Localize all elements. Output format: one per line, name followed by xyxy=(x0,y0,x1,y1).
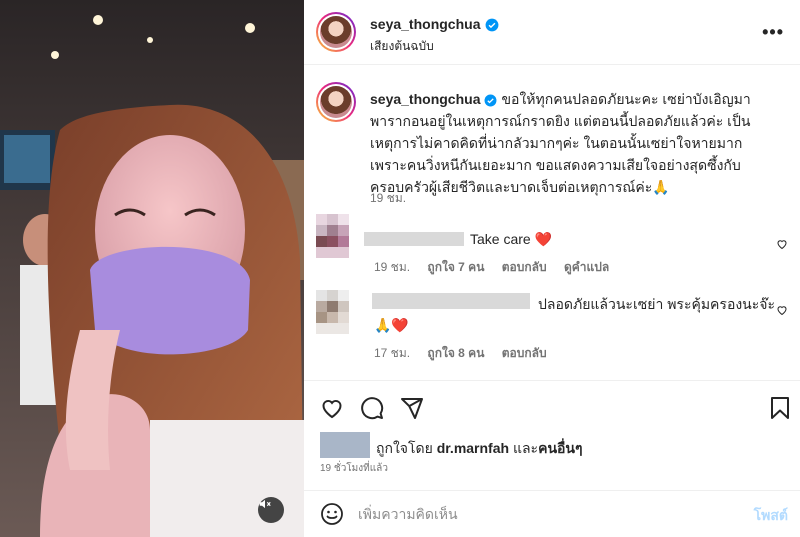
caption-avatar[interactable] xyxy=(316,82,356,122)
comment-emoji: ❤️ xyxy=(534,231,553,247)
comment-text: ปลอดภัยแล้วนะเซย่า พระคุ้มครองนะจ๊ะ xyxy=(538,296,775,312)
post-timestamp[interactable]: 19 ชั่วโมงที่แล้ว xyxy=(320,461,388,476)
reply-button[interactable]: ตอบกลับ xyxy=(502,260,547,274)
post-caption: seya_thongchua ขอให้ทุกคนปลอดภัยนะคะ เซย่… xyxy=(370,88,770,198)
commenter-username-redacted[interactable] xyxy=(364,232,464,246)
comment-icon[interactable] xyxy=(360,396,384,420)
more-icon: ••• xyxy=(762,22,784,42)
comment-body: Take care ❤️ xyxy=(470,229,552,249)
likes-others-link[interactable]: คนอื่นๆ xyxy=(538,440,582,456)
comment-emoji-line: 🙏❤️ xyxy=(374,315,409,335)
comment-item: Take care ❤️ 19 ชม. ถูกใจ 7 คน ตอบกลับ ด… xyxy=(316,214,788,277)
comment-time[interactable]: 19 ชม. xyxy=(374,260,410,274)
original-audio-link[interactable]: เสียงต้นฉบับ xyxy=(370,37,434,56)
post-video[interactable] xyxy=(0,0,304,537)
post-details-panel: seya_thongchua เสียงต้นฉบับ ••• seya_tho… xyxy=(304,0,800,537)
emoji-icon[interactable] xyxy=(320,502,344,526)
post-comment-button[interactable]: โพสต์ xyxy=(754,505,788,527)
verified-badge-icon xyxy=(485,94,497,107)
author-avatar[interactable] xyxy=(316,12,356,52)
header-username[interactable]: seya_thongchua xyxy=(370,16,480,32)
comment-text: Take care xyxy=(470,231,531,247)
commenter-username-redacted[interactable] xyxy=(372,293,530,309)
translate-button[interactable]: ดูคำแปล xyxy=(564,260,609,274)
mute-button[interactable] xyxy=(258,497,284,523)
comment-input[interactable] xyxy=(358,502,738,526)
commenter-avatar[interactable] xyxy=(316,290,360,334)
verified-badge-icon xyxy=(485,18,499,32)
header-divider xyxy=(304,64,800,65)
share-icon[interactable] xyxy=(400,396,424,420)
comment-meta: 17 ชม. ถูกใจ 8 คน ตอบกลับ xyxy=(374,344,561,363)
video-frame xyxy=(0,0,304,537)
liker-avatar-redacted[interactable] xyxy=(320,432,370,458)
comments-divider xyxy=(304,380,800,381)
caption-username[interactable]: seya_thongchua xyxy=(370,91,480,107)
comment-item: ปลอดภัยแล้วนะเซย่า พระคุ้มครองนะจ๊ะ 🙏❤️ … xyxy=(316,290,788,363)
header-username-row: seya_thongchua xyxy=(370,16,499,34)
comment-body: ปลอดภัยแล้วนะเซย่า พระคุ้มครองนะจ๊ะ xyxy=(538,294,775,314)
heart-icon[interactable] xyxy=(776,304,788,316)
comment-likes[interactable]: ถูกใจ 7 คน xyxy=(427,260,484,274)
add-comment-bar: โพสต์ xyxy=(304,490,800,537)
comment-likes[interactable]: ถูกใจ 8 คน xyxy=(427,346,484,360)
commenter-avatar[interactable] xyxy=(316,214,360,258)
comment-emoji: 🙏❤️ xyxy=(374,317,409,333)
comment-time[interactable]: 17 ชม. xyxy=(374,346,410,360)
heart-icon[interactable] xyxy=(776,238,788,250)
speaker-muted-icon xyxy=(259,499,271,509)
bookmark-icon[interactable] xyxy=(768,396,792,420)
more-options-button[interactable]: ••• xyxy=(762,22,784,43)
likes-text: ถูกใจโดย dr.marnfah และคนอื่นๆ xyxy=(376,438,583,460)
heart-icon[interactable] xyxy=(320,396,344,420)
likes-prefix: ถูกใจโดย xyxy=(376,440,433,456)
caption-timestamp[interactable]: 19 ชม. xyxy=(370,189,406,208)
comment-meta: 19 ชม. ถูกใจ 7 คน ตอบกลับ ดูคำแปล xyxy=(374,258,623,277)
likes-joiner: และ xyxy=(512,440,539,456)
liker-username[interactable]: dr.marnfah xyxy=(437,440,509,456)
reply-button[interactable]: ตอบกลับ xyxy=(502,346,547,360)
